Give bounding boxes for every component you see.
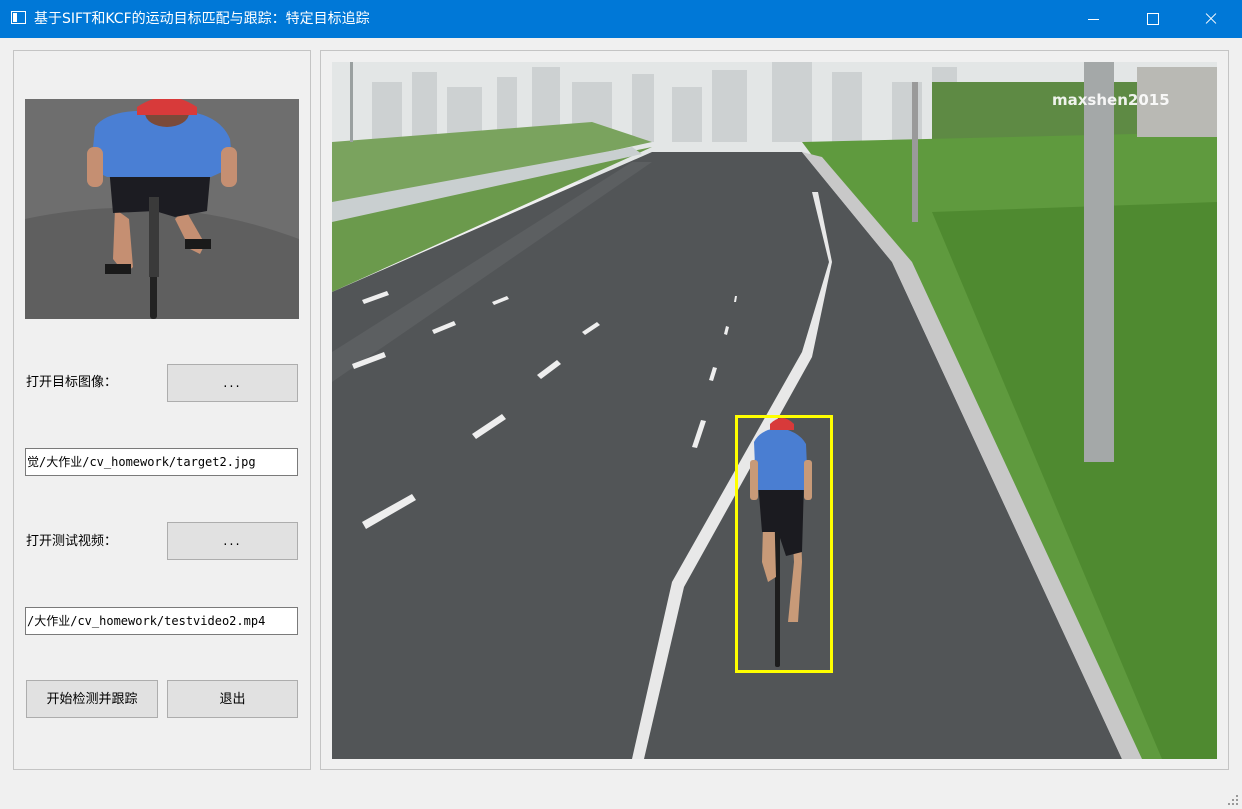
tracking-bounding-box [735, 415, 833, 673]
target-image-preview [25, 99, 299, 319]
minimize-icon[interactable] [1064, 0, 1122, 38]
open-video-button[interactable]: ... [167, 522, 298, 560]
app-window-icon [11, 11, 26, 24]
video-path-field[interactable]: /大作业/cv_homework/testvideo2.mp4 [25, 607, 298, 635]
open-target-button[interactable]: ... [167, 364, 298, 402]
open-target-label: 打开目标图像： [26, 375, 118, 390]
video-watermark: maxshen2015 [1052, 91, 1170, 109]
target-path-field[interactable]: 觉/大作业/cv_homework/target2.jpg [25, 448, 298, 476]
open-video-label: 打开测试视频： [26, 534, 118, 549]
maximize-icon[interactable] [1123, 0, 1181, 38]
start-detect-track-button[interactable]: 开始检测并跟踪 [26, 680, 158, 718]
resize-grip-icon[interactable] [1228, 795, 1238, 805]
title-bar: 基于SIFT和KCF的运动目标匹配与跟踪：特定目标追踪 [0, 0, 1242, 38]
close-icon[interactable] [1182, 0, 1240, 38]
exit-button[interactable]: 退出 [167, 680, 298, 718]
video-frame: maxshen2015 [332, 62, 1217, 759]
window-title: 基于SIFT和KCF的运动目标匹配与跟踪：特定目标追踪 [34, 11, 370, 27]
